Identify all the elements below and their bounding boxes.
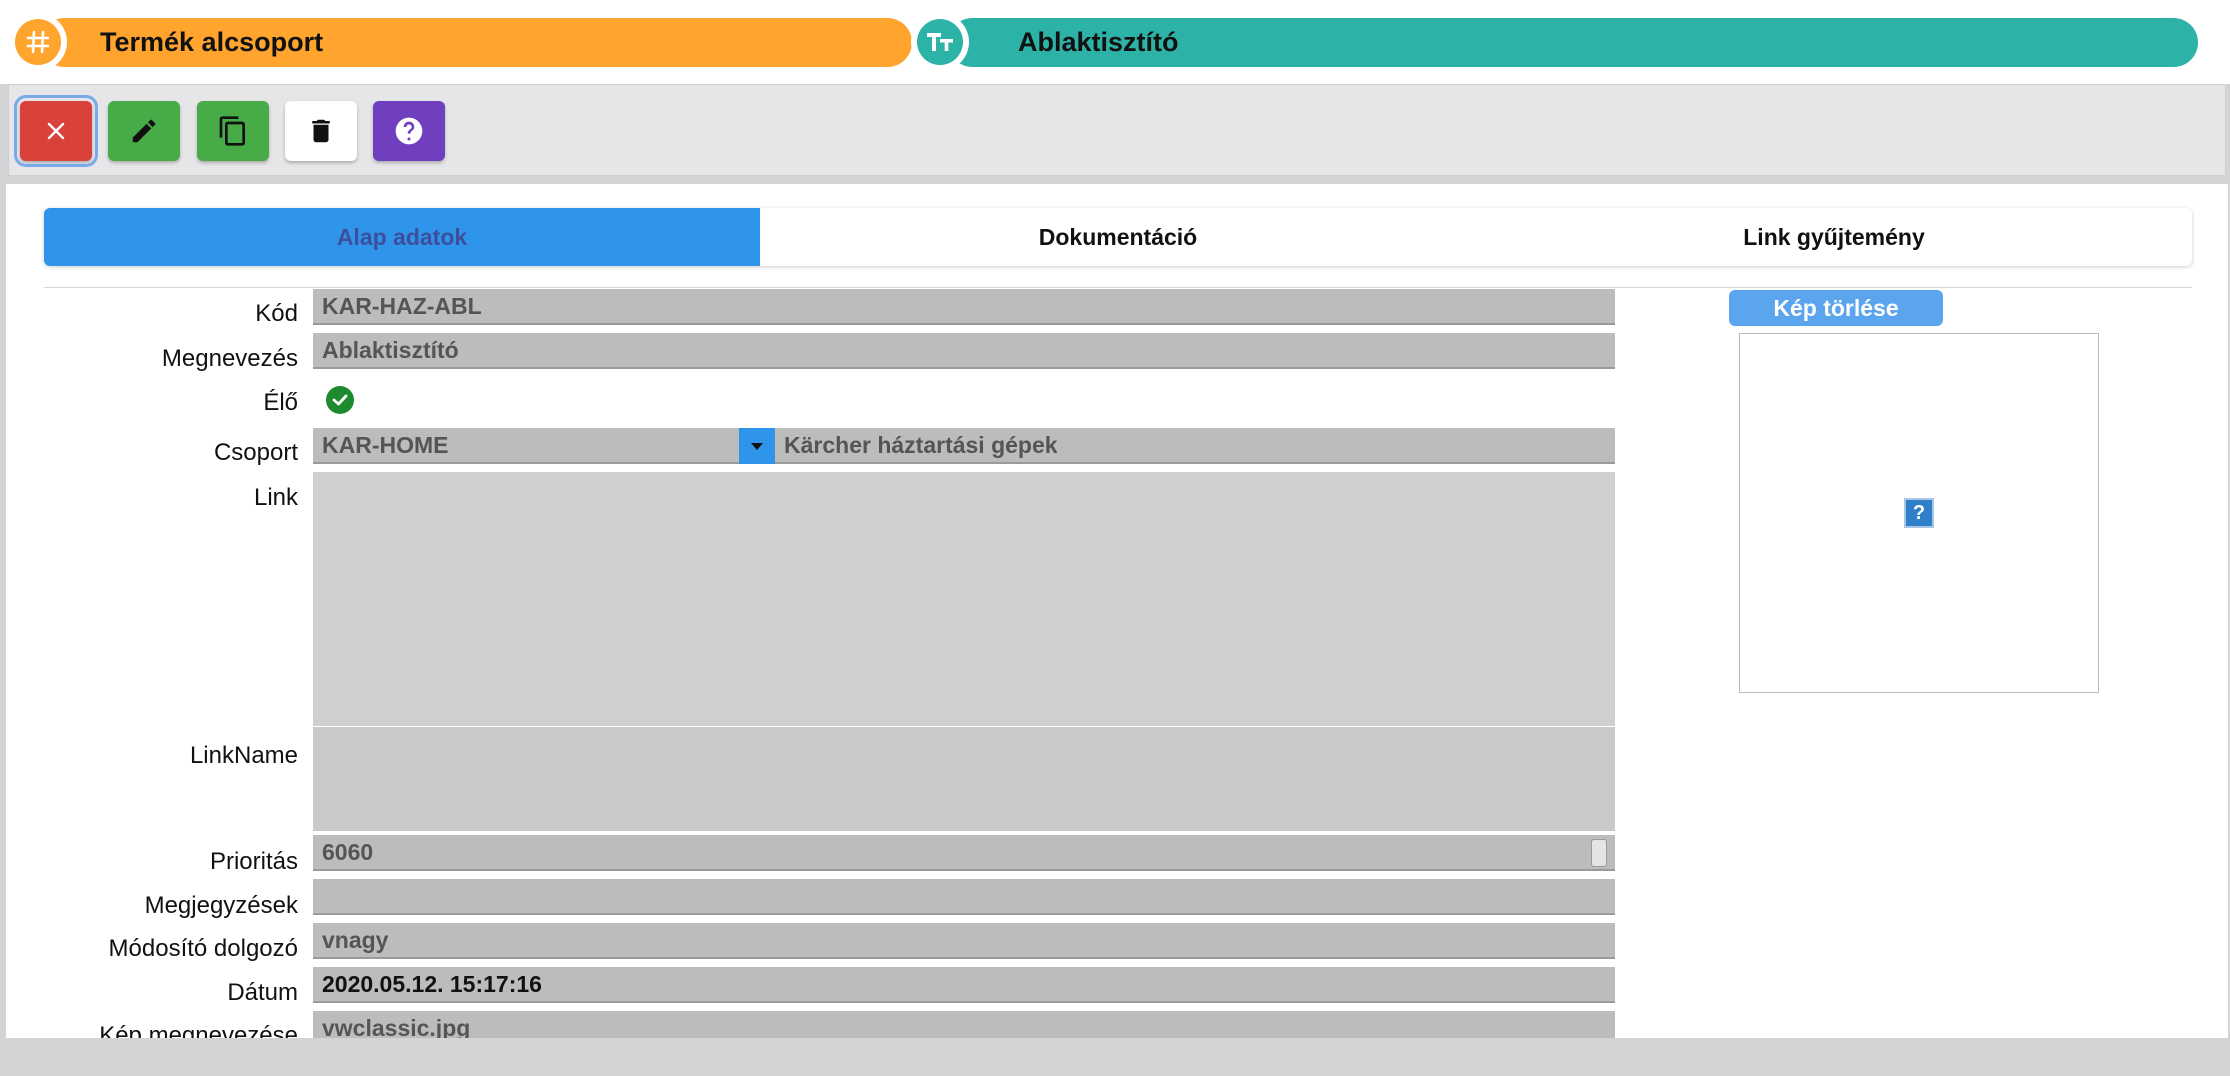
edit-button[interactable]: [108, 101, 180, 161]
copy-icon: [219, 116, 245, 146]
image-preview: ?: [1739, 333, 2099, 693]
delete-button[interactable]: [285, 101, 357, 161]
copy-button[interactable]: [197, 101, 269, 161]
question-icon: [395, 117, 423, 145]
broken-image-icon: ?: [1904, 498, 1934, 528]
checkmark-icon: [332, 394, 348, 406]
modosito-field: vnagy: [313, 923, 1615, 959]
linkname-textarea[interactable]: [313, 727, 1615, 831]
number-spinner[interactable]: [1591, 839, 1607, 867]
close-icon: [47, 122, 65, 140]
text-type-icon: [911, 13, 969, 71]
megnevezes-field[interactable]: Ablaktisztító: [313, 333, 1615, 369]
megnevezes-label: Megnevezés: [161, 345, 298, 372]
csoport-name-field: Kärcher háztartási gépek: [775, 428, 1615, 464]
kod-field[interactable]: KAR-HAZ-ABL: [313, 289, 1615, 325]
csoport-code-field[interactable]: KAR-HOME: [313, 428, 739, 464]
datum-label: Dátum: [227, 979, 298, 1006]
megjegyzesek-label: Megjegyzések: [144, 892, 298, 919]
tab-alap-adatok[interactable]: Alap adatok: [44, 208, 760, 266]
elo-checkbox[interactable]: [326, 386, 354, 414]
prioritas-value: 6060: [322, 838, 374, 865]
link-label: Link: [253, 484, 298, 511]
link-textarea[interactable]: [313, 472, 1615, 726]
group-label: Termék alcsoport: [100, 27, 324, 57]
kod-label: Kód: [255, 300, 298, 327]
help-button[interactable]: [373, 101, 445, 161]
tab-link-gyujtemeny[interactable]: Link gyűjtemény: [1476, 208, 2192, 266]
tab-bar: Alap adatok Dokumentáció Link gyűjtemény: [44, 208, 2192, 266]
tab-dokumentacio[interactable]: Dokumentáció: [760, 208, 1476, 266]
prioritas-label: Prioritás: [209, 848, 298, 875]
csoport-label: Csoport: [213, 439, 298, 466]
linkname-label: LinkName: [189, 742, 298, 769]
hash-icon: [9, 13, 67, 71]
toolbar: [8, 84, 2226, 176]
name-label: Ablaktisztító: [1018, 27, 1179, 57]
kep-field[interactable]: vwclassic.jpg: [313, 1011, 1615, 1038]
modosito-label: Módosító dolgozó: [108, 935, 298, 962]
kep-label: Kép megnevezése: [99, 1022, 298, 1038]
title-bar: Termék alcsoport Ablaktisztító: [0, 0, 2230, 84]
group-pill: Termék alcsoport: [40, 18, 912, 67]
name-pill: Ablaktisztító: [948, 18, 2198, 67]
elo-label: Élő: [263, 389, 298, 416]
trash-icon: [312, 119, 330, 143]
form-panel: Alap adatok Dokumentáció Link gyűjtemény…: [6, 184, 2228, 1038]
csoport-dropdown-button[interactable]: [739, 428, 775, 464]
megjegyzesek-field[interactable]: [313, 879, 1615, 915]
delete-image-button[interactable]: Kép törlése: [1729, 290, 1943, 326]
prioritas-field[interactable]: 6060: [313, 835, 1615, 871]
close-button[interactable]: [14, 95, 98, 167]
divider: [44, 287, 2192, 288]
pencil-icon: [132, 119, 156, 143]
datum-field: 2020.05.12. 15:17:16: [313, 967, 1615, 1003]
caret-down-icon: [751, 443, 763, 450]
